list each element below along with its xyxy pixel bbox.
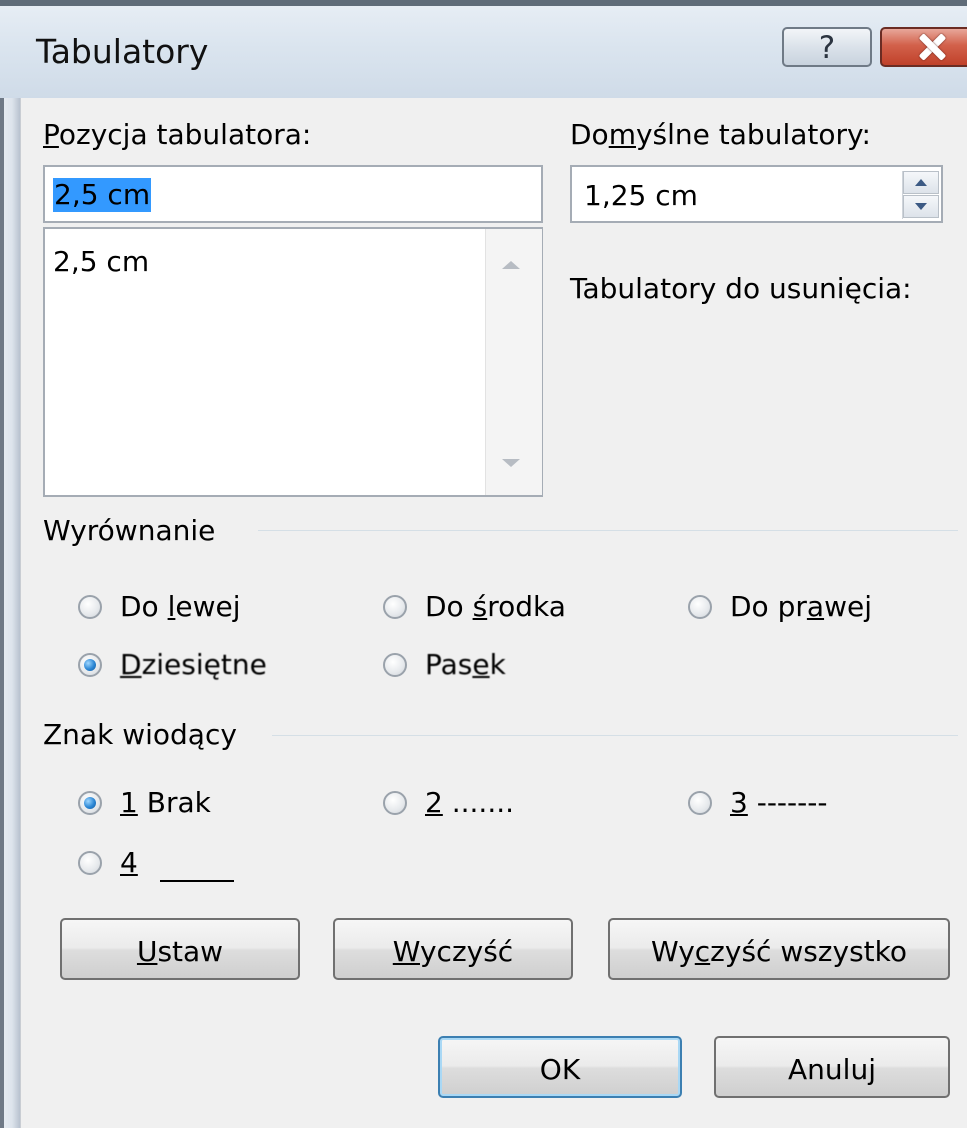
window-frame-left [0,0,20,1128]
label-mnemonic: c [694,935,711,968]
align-right-label: Do prawej [730,590,872,623]
help-icon: ? [818,30,836,66]
align-center-label: Do środka [425,590,566,623]
tabs-to-clear-label: Tabulatory do usunięcia: [570,272,912,305]
ok-button[interactable]: OK [438,1036,682,1098]
label-mnemonic: W [392,935,420,968]
label-part: yczyść [419,935,514,968]
tab-position-label-text: ozycja tabulatora: [58,118,312,151]
label-part: wej [824,590,872,623]
scroll-up-icon[interactable] [502,261,520,269]
clear-button[interactable]: Wyczyść [333,918,573,980]
label-part: Do pr [730,590,807,623]
default-tabs-label-pre: Do [570,118,609,151]
label-part: ------- [747,786,828,819]
tab-position-value: 2,5 cm [53,178,152,212]
label-part: Do [425,590,473,623]
list-item[interactable]: 2,5 cm [53,245,149,278]
label-part: Pas [425,648,473,681]
label-mnemonic: ś [472,590,488,623]
label-part: Wy [651,935,695,968]
label-part: Do [120,590,168,623]
set-button[interactable]: Ustaw [60,918,300,980]
spin-down-button[interactable] [903,195,939,218]
underline-leader-sample [160,880,234,882]
align-left-radio[interactable] [78,595,102,619]
alignment-divider [258,530,958,531]
close-icon [918,33,946,61]
tab-position-label-mnemonic: P [43,118,59,151]
leader-underline-label: 4 [120,846,138,879]
cancel-button[interactable]: Anuluj [714,1036,950,1098]
alignment-heading: Wyrównanie [43,514,216,547]
window-title: Tabulatory [36,32,209,71]
align-decimal-radio[interactable] [78,653,102,677]
clear-all-button[interactable]: Wyczyść wszystko [608,918,950,980]
align-bar-radio[interactable] [383,653,407,677]
clear-button-label: Wyczyść [335,935,571,968]
default-tabs-label-mnemonic: m [608,118,636,151]
label-part: ziesiętne [141,648,267,681]
title-bar[interactable]: Tabulatory ? [0,0,967,98]
label-mnemonic: 1 [120,786,138,819]
label-mnemonic: D [120,648,142,681]
close-button[interactable] [880,27,967,67]
label-part: rodka [487,590,566,623]
caret-down-icon [915,203,927,210]
label-mnemonic: a [806,590,825,623]
tab-stop-list[interactable]: 2,5 cm [43,227,543,497]
spin-up-button[interactable] [903,171,939,194]
leader-underline-radio[interactable] [78,851,102,875]
label-part: k [489,648,506,681]
scroll-down-icon[interactable] [502,459,520,467]
default-tabs-label-post: yślne tabulatory: [635,118,871,151]
ok-button-label: OK [539,1053,581,1086]
align-bar-label: Pasek [425,648,506,681]
label-part: staw [157,935,224,968]
label-part: Brak [137,786,211,819]
label-mnemonic: 2 [425,786,443,819]
default-tabs-input[interactable]: 1,25 cm [570,165,943,223]
label-mnemonic: e [472,648,490,681]
align-center-radio[interactable] [383,595,407,619]
dialog-edge [20,98,21,1128]
leader-dots-label: 2 ....... [425,786,514,819]
align-right-radio[interactable] [688,595,712,619]
tab-position-input[interactable]: 2,5 cm [43,165,543,223]
leader-dashes-label: 3 ------- [730,786,827,819]
leader-none-label: 1 Brak [120,786,211,819]
leader-dashes-radio[interactable] [688,791,712,815]
align-left-label: Do lewej [120,590,241,623]
leader-dots-radio[interactable] [383,791,407,815]
label-mnemonic: 4 [120,846,138,879]
leader-heading: Znak wiodący [43,718,237,751]
default-tabs-label: Domyślne tabulatory: [570,118,871,151]
tab-position-label: Pozycja tabulatora: [43,118,311,151]
default-tabs-spinner[interactable] [902,171,939,219]
label-part: ....... [442,786,515,819]
default-tabs-value: 1,25 cm [584,179,698,212]
list-scrollbar[interactable] [485,229,542,495]
label-mnemonic: 3 [730,786,748,819]
caret-up-icon [915,179,927,186]
clear-all-button-label: Wyczyść wszystko [610,935,948,968]
label-mnemonic: U [136,935,158,968]
label-part: zyść wszystko [710,935,907,968]
set-button-label: Ustaw [62,935,298,968]
leader-divider [272,735,958,736]
label-part: ewej [175,590,241,623]
help-button[interactable]: ? [782,27,872,67]
cancel-button-label: Anuluj [788,1053,876,1086]
align-decimal-label: Dziesiętne [120,648,267,681]
leader-none-radio[interactable] [78,791,102,815]
